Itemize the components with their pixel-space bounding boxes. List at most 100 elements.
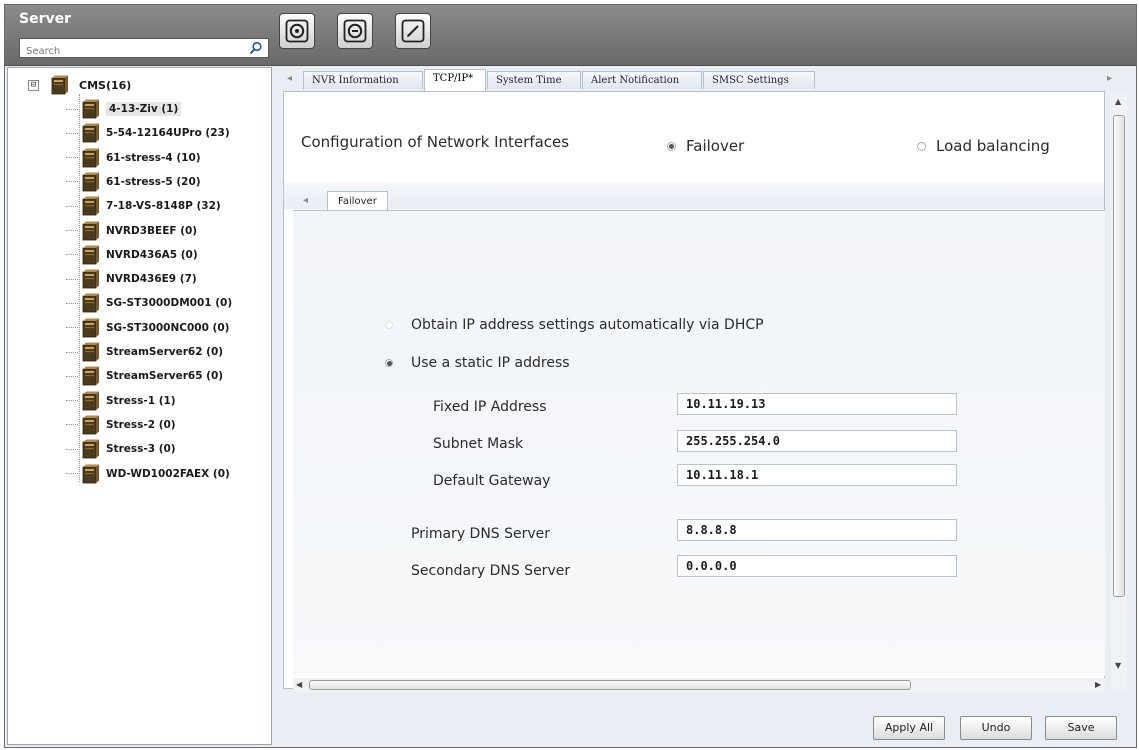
secondary-dns-label: Secondary DNS Server bbox=[411, 563, 571, 579]
scroll-left-icon[interactable]: ◀ bbox=[296, 680, 302, 689]
load-balancing-label: Load balancing bbox=[936, 137, 1050, 155]
tree-item[interactable]: StreamServer65 (0) bbox=[66, 365, 223, 387]
failover-label: Failover bbox=[686, 137, 745, 155]
primary-dns-input[interactable] bbox=[677, 519, 957, 541]
inner-tab-scroll-left-icon[interactable]: ◂ bbox=[303, 195, 308, 206]
tree-item-label: WD-WD1002FAEX (0) bbox=[106, 467, 230, 480]
nvr-server-icon bbox=[80, 196, 100, 216]
subnet-mask-input[interactable] bbox=[677, 430, 957, 452]
nvr-server-icon bbox=[80, 245, 100, 265]
settings-tabs: ◂ NVR Information TCP/IP* System Time Al… bbox=[283, 69, 1115, 91]
nvr-server-icon bbox=[80, 148, 100, 168]
tab-scroll-left-icon[interactable]: ◂ bbox=[287, 73, 292, 84]
fixed-ip-input[interactable] bbox=[677, 393, 957, 415]
nvr-server-icon bbox=[80, 439, 100, 459]
default-gateway-label: Default Gateway bbox=[433, 473, 551, 489]
vertical-scroll-thumb[interactable] bbox=[1113, 115, 1125, 597]
failover-radio[interactable] bbox=[667, 141, 676, 151]
tab-smsc-settings[interactable]: SMSC Settings bbox=[703, 71, 815, 89]
tree-connector bbox=[66, 448, 78, 450]
scroll-right-icon[interactable]: ▶ bbox=[1095, 680, 1101, 689]
tree-item-label: Stress-3 (0) bbox=[106, 443, 176, 456]
tree-item[interactable]: StreamServer62 (0) bbox=[66, 341, 223, 363]
tree-item-label: 5-54-12164UPro (23) bbox=[106, 127, 230, 140]
tree-connector bbox=[66, 351, 78, 353]
tree-item-label: 61-stress-5 (20) bbox=[106, 175, 201, 188]
tab-tcp-ip[interactable]: TCP/IP* bbox=[424, 69, 486, 91]
static-ip-radio[interactable] bbox=[385, 359, 393, 367]
tree-item[interactable]: 4-13-Ziv (1) bbox=[66, 98, 182, 120]
tree-connector bbox=[66, 230, 78, 231]
fixed-ip-label: Fixed IP Address bbox=[433, 399, 547, 415]
tree-item[interactable]: 5-54-12164UPro (23) bbox=[66, 122, 230, 144]
tree-item[interactable]: 7-18-VS-8148P (32) bbox=[66, 195, 221, 217]
tab-nvr-information[interactable]: NVR Information bbox=[303, 71, 423, 89]
tree-connector bbox=[66, 375, 78, 377]
tree-root-label: CMS(16) bbox=[79, 78, 132, 92]
tree-item[interactable]: NVRD3BEEF (0) bbox=[66, 220, 197, 242]
tree-item[interactable]: WD-WD1002FAEX (0) bbox=[66, 463, 230, 485]
remove-server-button[interactable] bbox=[337, 13, 373, 49]
nvr-server-icon bbox=[80, 172, 100, 192]
primary-dns-label: Primary DNS Server bbox=[411, 526, 551, 542]
tree-connector bbox=[66, 157, 78, 159]
dhcp-option[interactable]: Obtain IP address settings automatically… bbox=[385, 317, 764, 333]
tree-item-label: Stress-1 (1) bbox=[106, 394, 176, 407]
tree-item-label: SG-ST3000DM001 (0) bbox=[106, 297, 233, 310]
failover-option[interactable]: Failover bbox=[667, 137, 744, 155]
tree-connector bbox=[66, 327, 78, 329]
dhcp-radio[interactable] bbox=[385, 321, 393, 329]
tree-item-label: NVRD436E9 (7) bbox=[106, 273, 197, 286]
tree-item-label: StreamServer62 (0) bbox=[106, 346, 224, 358]
tree-item[interactable]: Stress-3 (0) bbox=[66, 438, 176, 460]
collapse-icon[interactable]: ⊟ bbox=[28, 79, 39, 91]
edit-server-button[interactable] bbox=[395, 13, 431, 49]
inner-tab-strip bbox=[284, 183, 1104, 209]
tab-system-time[interactable]: System Time bbox=[487, 71, 581, 89]
tree-item[interactable]: NVRD436A5 (0) bbox=[66, 244, 198, 266]
dhcp-label: Obtain IP address settings automatically… bbox=[411, 317, 764, 333]
load-balancing-option[interactable]: Load balancing bbox=[917, 137, 1050, 155]
tree-connector bbox=[66, 302, 78, 304]
app-window: Server Search ⊟ CMS(16) 4-13-Ziv (1) 5-5… bbox=[4, 4, 1137, 748]
default-gateway-input[interactable] bbox=[677, 464, 957, 486]
tree-item[interactable]: 61-stress-4 (10) bbox=[66, 147, 201, 169]
tree-item[interactable]: SG-ST3000NC000 (0) bbox=[66, 317, 229, 339]
tree-connector bbox=[66, 400, 78, 402]
nvr-server-icon bbox=[80, 391, 100, 411]
scroll-up-icon[interactable]: ▲ bbox=[1115, 97, 1121, 106]
tree-item-label: NVRD3BEEF (0) bbox=[106, 224, 198, 237]
search-box bbox=[19, 38, 269, 61]
apply-all-button[interactable]: Apply All bbox=[873, 716, 945, 740]
nvr-server-icon bbox=[80, 221, 100, 241]
nvr-server-icon bbox=[80, 318, 100, 338]
tree-root[interactable]: ⊟ CMS(16) bbox=[28, 74, 131, 96]
save-button[interactable]: Save bbox=[1045, 716, 1117, 740]
scroll-down-icon[interactable]: ▼ bbox=[1115, 661, 1121, 670]
tree-item-label: SG-ST3000NC000 (0) bbox=[106, 321, 230, 334]
nvr-server-icon bbox=[80, 415, 100, 435]
secondary-dns-input[interactable] bbox=[677, 555, 957, 577]
tree-item[interactable]: SG-ST3000DM001 (0) bbox=[66, 292, 232, 314]
add-server-button[interactable] bbox=[279, 13, 315, 49]
undo-button[interactable]: Undo bbox=[960, 716, 1032, 740]
tree-item-label: StreamServer65 (0) bbox=[106, 370, 224, 383]
static-ip-option[interactable]: Use a static IP address bbox=[385, 355, 570, 371]
horizontal-scroll-thumb[interactable] bbox=[309, 680, 911, 690]
tree-connector bbox=[66, 254, 78, 256]
tree-item[interactable]: NVRD436E9 (7) bbox=[66, 268, 197, 290]
tree-item-label: 61-stress-4 (10) bbox=[106, 151, 201, 164]
tab-alert-notification[interactable]: Alert Notification bbox=[582, 71, 702, 89]
remove-circle-icon bbox=[343, 19, 367, 43]
load-balancing-radio[interactable] bbox=[917, 141, 926, 151]
tab-scroll-right-icon[interactable]: ▸ bbox=[1107, 73, 1112, 84]
search-input[interactable] bbox=[24, 42, 248, 61]
static-ip-label: Use a static IP address bbox=[411, 355, 570, 371]
tree-item[interactable]: Stress-2 (0) bbox=[66, 414, 176, 436]
search-icon[interactable] bbox=[248, 41, 264, 55]
tree-connector bbox=[66, 205, 78, 207]
tree-item[interactable]: Stress-1 (1) bbox=[66, 390, 176, 412]
tab-failover[interactable]: Failover bbox=[327, 191, 388, 211]
tree-item[interactable]: 61-stress-5 (20) bbox=[66, 171, 201, 193]
subnet-mask-label: Subnet Mask bbox=[433, 436, 524, 452]
